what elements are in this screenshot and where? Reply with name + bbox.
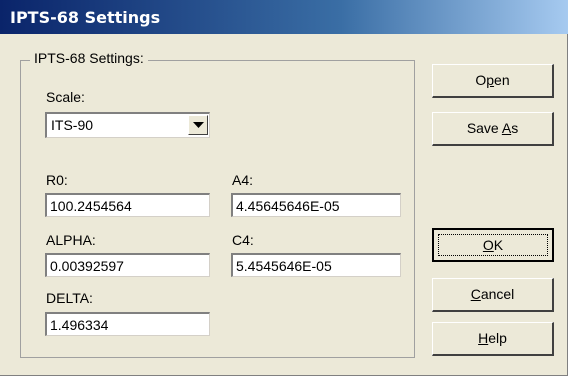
open-button-label-post: en (494, 72, 510, 88)
ok-button[interactable]: OK (432, 228, 554, 262)
scale-label: Scale: (46, 89, 85, 105)
alpha-label: ALPHA: (46, 232, 96, 248)
c4-field[interactable]: 5.4545646E-05 (231, 253, 401, 277)
alpha-field[interactable]: 0.00392597 (45, 253, 210, 277)
open-button-mnemonic: p (486, 72, 495, 88)
focus-rectangle (438, 234, 548, 256)
chevron-down-icon (193, 122, 204, 128)
save-as-button[interactable]: Save As (432, 112, 554, 146)
r0-field[interactable]: 100.2454564 (45, 193, 210, 217)
save-as-button-label-pre: Save (466, 120, 502, 136)
cancel-button-label-post: ancel (480, 286, 515, 302)
save-as-button-mnemonic: A (501, 120, 512, 136)
title-bar[interactable]: IPTS-68 Settings (0, 0, 568, 34)
group-label: IPTS-68 Settings: (30, 50, 148, 66)
cancel-button[interactable]: Cancel (432, 278, 554, 312)
scale-dropdown-button[interactable] (188, 115, 208, 135)
help-button-label-post: elp (488, 330, 507, 346)
delta-label: DELTA: (46, 290, 93, 306)
open-button-label-pre: O (475, 72, 487, 88)
a4-label: A4: (232, 172, 254, 188)
cancel-button-mnemonic: C (470, 286, 481, 302)
save-as-button-label-post: s (511, 120, 519, 136)
window-title: IPTS-68 Settings (10, 8, 161, 27)
help-button-mnemonic: H (478, 330, 489, 346)
scale-selected-value: ITS-90 (51, 117, 94, 133)
r0-label: R0: (46, 172, 68, 188)
a4-field[interactable]: 4.45645646E-05 (231, 193, 401, 217)
open-button[interactable]: Open (432, 64, 554, 98)
help-button[interactable]: Help (432, 322, 554, 356)
delta-field[interactable]: 1.496334 (45, 312, 210, 336)
ipts68-settings-dialog: IPTS-68 Settings IPTS-68 Settings: Scale… (0, 0, 568, 376)
c4-label: C4: (232, 232, 254, 248)
scale-select[interactable]: ITS-90 (45, 112, 210, 138)
